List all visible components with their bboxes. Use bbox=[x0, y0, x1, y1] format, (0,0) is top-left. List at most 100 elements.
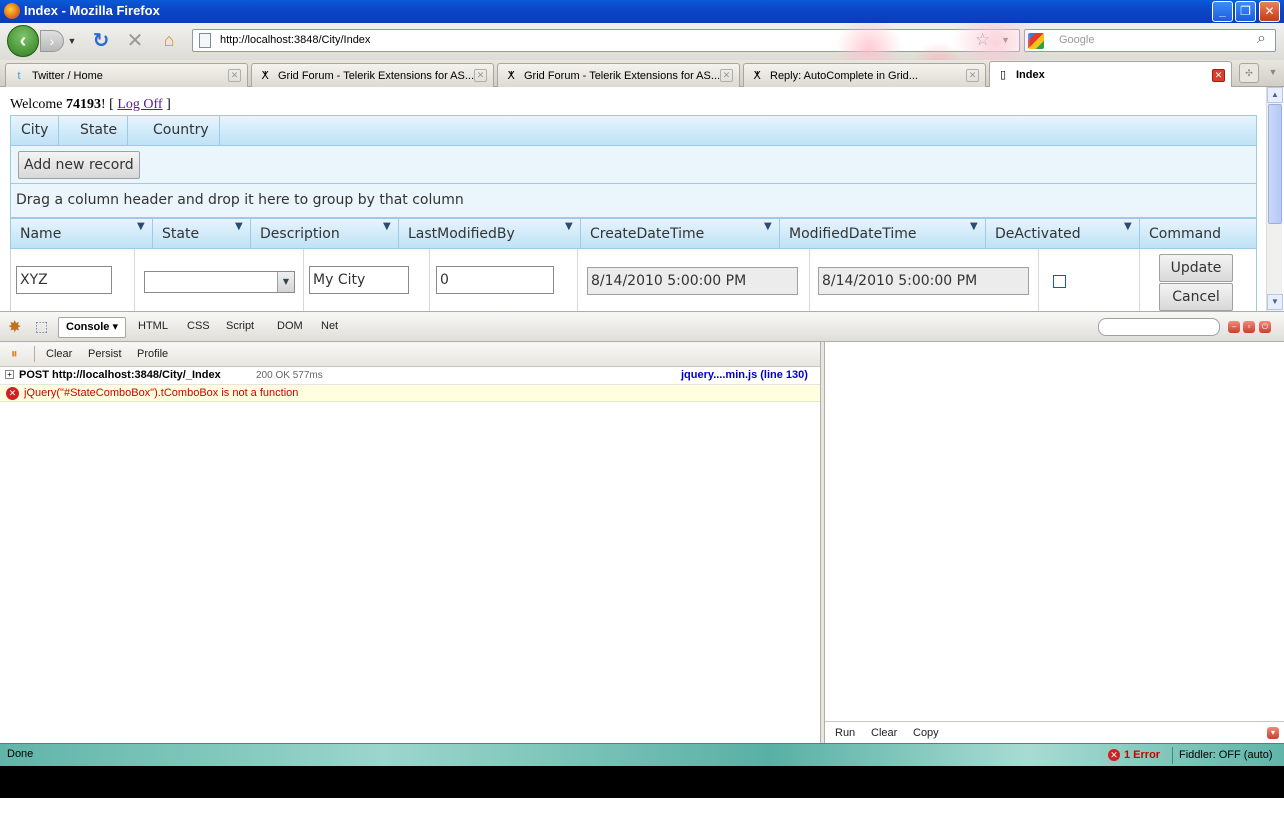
tab-grid-forum-1[interactable]: ⵅ Grid Forum - Telerik Extensions for AS… bbox=[251, 63, 494, 87]
collapse-editor-icon[interactable]: ▾ bbox=[1267, 727, 1279, 739]
filter-icon[interactable]: ▼ bbox=[764, 222, 775, 233]
inspect-icon[interactable]: ⬚ bbox=[35, 318, 48, 335]
name-input[interactable]: XYZ bbox=[16, 266, 112, 294]
firebug-detach-icon[interactable]: ▫ bbox=[1243, 321, 1255, 333]
run-button[interactable]: Run bbox=[835, 727, 855, 739]
home-button[interactable]: ⌂ bbox=[158, 29, 180, 51]
history-dropdown-button[interactable]: ▼ bbox=[66, 33, 78, 49]
filter-icon[interactable]: ▼ bbox=[1124, 222, 1135, 233]
state-combobox[interactable]: ▼ bbox=[144, 271, 295, 293]
column-header-state[interactable]: State ▼ bbox=[153, 219, 251, 248]
column-header-createdatetime[interactable]: CreateDateTime ▼ bbox=[581, 219, 780, 248]
firebug-search-input[interactable] bbox=[1098, 318, 1220, 336]
url-bar[interactable]: http://localhost:3848/City/Index ☆ ▼ bbox=[192, 29, 1020, 52]
column-header-description[interactable]: Description ▼ bbox=[251, 219, 399, 248]
chevron-down-icon[interactable]: ▼ bbox=[277, 272, 294, 292]
console-profile-button[interactable]: Profile bbox=[137, 348, 168, 360]
firebug-tab-html[interactable]: HTML bbox=[138, 320, 168, 332]
log-entry-post[interactable]: + POST http://localhost:3848/City/_Index… bbox=[0, 367, 820, 385]
vertical-scrollbar[interactable]: ▲ ▼ bbox=[1266, 87, 1283, 311]
url-dropdown-icon[interactable]: ▼ bbox=[1001, 35, 1010, 45]
close-tab-icon[interactable]: ✕ bbox=[720, 69, 733, 82]
scroll-up-icon[interactable]: ▲ bbox=[1267, 87, 1283, 103]
column-header-lastmodifiedby[interactable]: LastModifiedBy ▼ bbox=[399, 219, 581, 248]
pause-on-error-icon[interactable]: ⏸ bbox=[11, 346, 18, 362]
column-header-deactivated[interactable]: DeActivated ▼ bbox=[986, 219, 1140, 248]
welcome-suffix: ] bbox=[162, 97, 171, 112]
cancel-button[interactable]: Cancel bbox=[1159, 283, 1233, 311]
log-entry-error[interactable]: ✕ jQuery("#StateComboBox").tComboBox is … bbox=[0, 385, 820, 402]
filter-icon[interactable]: ▼ bbox=[565, 222, 576, 233]
command-editor[interactable] bbox=[825, 342, 1284, 743]
google-icon[interactable] bbox=[1028, 33, 1044, 49]
column-label: Command bbox=[1149, 226, 1221, 242]
close-tab-icon[interactable]: ✕ bbox=[474, 69, 487, 82]
close-tab-icon[interactable]: ✕ bbox=[966, 69, 979, 82]
minimize-button[interactable]: _ bbox=[1212, 1, 1233, 22]
close-button[interactable]: ✕ bbox=[1259, 1, 1280, 22]
search-bar[interactable]: Google ⌕ bbox=[1024, 29, 1276, 52]
clear-command-button[interactable]: Clear bbox=[871, 727, 897, 739]
filter-icon[interactable]: ▼ bbox=[137, 222, 148, 233]
menu-item-city[interactable]: City bbox=[11, 116, 60, 145]
modifieddatetime-input[interactable]: 8/14/2010 5:00:00 PM bbox=[818, 267, 1029, 295]
firebug-tab-console[interactable]: Console ▾ bbox=[58, 317, 126, 338]
logoff-link[interactable]: Log Off bbox=[117, 97, 162, 112]
firebug-tab-script[interactable]: Script bbox=[226, 320, 254, 332]
search-icon[interactable]: ⌕ bbox=[1257, 30, 1266, 48]
close-tab-icon[interactable]: ✕ bbox=[1212, 68, 1225, 82]
tab-list-icon[interactable]: ✣ bbox=[1239, 63, 1259, 83]
lastmodifiedby-input[interactable]: 0 bbox=[436, 266, 554, 294]
error-icon: ✕ bbox=[1108, 749, 1120, 761]
firebug-close-icon[interactable]: ⏻ bbox=[1259, 321, 1271, 333]
bookmark-star-icon[interactable]: ☆ bbox=[975, 30, 990, 50]
expand-icon[interactable]: + bbox=[5, 370, 14, 379]
forward-button[interactable]: › bbox=[40, 30, 64, 52]
column-header-command: Command bbox=[1140, 219, 1256, 248]
tab-twitter[interactable]: t Twitter / Home ✕ bbox=[5, 63, 248, 87]
filter-icon[interactable]: ▼ bbox=[970, 222, 981, 233]
firebug-minimize-icon[interactable]: – bbox=[1228, 321, 1240, 333]
url-text[interactable]: http://localhost:3848/City/Index bbox=[220, 34, 370, 46]
fiddler-status[interactable]: Fiddler: OFF (auto) bbox=[1172, 747, 1279, 764]
deactivated-checkbox[interactable] bbox=[1053, 275, 1066, 288]
group-drop-zone[interactable]: Drag a column header and drop it here to… bbox=[10, 184, 1257, 218]
chevron-down-icon: ▼ bbox=[67, 36, 77, 46]
reload-button[interactable]: ↻ bbox=[90, 29, 112, 52]
firebug-tab-dom[interactable]: DOM bbox=[277, 320, 303, 332]
stop-button[interactable]: ✕ bbox=[124, 29, 146, 52]
firebug-icon[interactable]: ✸ bbox=[8, 317, 21, 337]
update-button[interactable]: Update bbox=[1159, 254, 1233, 282]
column-header-name[interactable]: Name ▼ bbox=[11, 219, 153, 248]
back-button[interactable]: ‹ bbox=[7, 25, 39, 57]
toolbar-divider bbox=[34, 346, 35, 362]
firebug-tab-net[interactable]: Net bbox=[321, 320, 338, 332]
close-tab-icon[interactable]: ✕ bbox=[228, 69, 241, 82]
error-indicator[interactable]: ✕ 1 Error bbox=[1102, 747, 1166, 764]
cell-createdatetime: 8/14/2010 5:00:00 PM bbox=[578, 249, 810, 311]
menu-item-country[interactable]: Country bbox=[143, 116, 220, 145]
tab-reply-autocomplete[interactable]: ⵅ Reply: AutoComplete in Grid... ✕ bbox=[743, 63, 986, 87]
scrollbar-thumb[interactable] bbox=[1268, 104, 1282, 224]
createdatetime-input[interactable]: 8/14/2010 5:00:00 PM bbox=[587, 267, 798, 295]
console-clear-button[interactable]: Clear bbox=[46, 348, 72, 360]
filter-icon[interactable]: ▼ bbox=[235, 222, 246, 233]
reload-icon: ↻ bbox=[92, 29, 110, 52]
description-input[interactable]: My City bbox=[309, 266, 409, 294]
firebug-tab-css[interactable]: CSS bbox=[187, 320, 210, 332]
welcome-mid: ! [ bbox=[101, 97, 118, 112]
post-source-link[interactable]: jquery....min.js (line 130) bbox=[681, 369, 808, 381]
grid-header: Name ▼ State ▼ Description ▼ LastModifiedBy… bbox=[10, 218, 1257, 249]
copy-button[interactable]: Copy bbox=[913, 727, 939, 739]
column-label: ModifiedDateTime bbox=[789, 226, 917, 242]
console-persist-button[interactable]: Persist bbox=[88, 348, 122, 360]
maximize-button[interactable]: ❐ bbox=[1235, 1, 1256, 22]
column-header-modifieddatetime[interactable]: ModifiedDateTime ▼ bbox=[780, 219, 986, 248]
add-new-record-button[interactable]: Add new record bbox=[18, 151, 140, 179]
scroll-down-icon[interactable]: ▼ bbox=[1267, 294, 1283, 310]
tab-index[interactable]: ▯ Index ✕ bbox=[989, 61, 1232, 88]
tab-scroll-icon[interactable]: ▼ bbox=[1264, 63, 1282, 83]
tab-grid-forum-2[interactable]: ⵅ Grid Forum - Telerik Extensions for AS… bbox=[497, 63, 740, 87]
menu-item-state[interactable]: State bbox=[70, 116, 129, 145]
filter-icon[interactable]: ▼ bbox=[383, 222, 394, 233]
